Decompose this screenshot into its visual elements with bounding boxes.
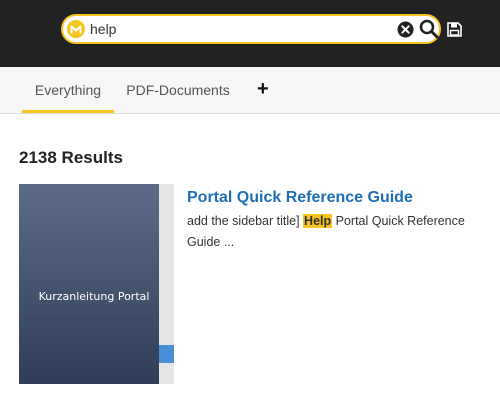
- tab-bar: Everything PDF-Documents +: [0, 67, 500, 114]
- add-tab-button[interactable]: +: [257, 79, 273, 99]
- tab-everything[interactable]: Everything: [22, 67, 114, 113]
- scrollbar-thumb[interactable]: [159, 345, 174, 363]
- snippet-text-before: add the sidebar title]: [187, 214, 304, 228]
- snippet-highlight: Help: [303, 214, 333, 228]
- results-count: 2138 Results: [19, 148, 123, 167]
- tab-pdf-documents[interactable]: PDF-Documents: [120, 67, 236, 113]
- result-thumbnail[interactable]: Kurzanleitung Portal: [19, 184, 159, 384]
- thumbnail-label: Kurzanleitung Portal: [38, 290, 150, 303]
- save-icon[interactable]: [447, 22, 462, 37]
- search-input[interactable]: [90, 19, 380, 39]
- search-box: [61, 14, 441, 44]
- search-icon[interactable]: [419, 19, 439, 39]
- result-title-link[interactable]: Portal Quick Reference Guide: [187, 189, 413, 207]
- clear-icon[interactable]: [397, 21, 414, 38]
- result-snippet: add the sidebar title] Help Portal Quick…: [187, 211, 487, 253]
- top-bar: [0, 0, 500, 67]
- brand-logo-icon: [67, 20, 85, 38]
